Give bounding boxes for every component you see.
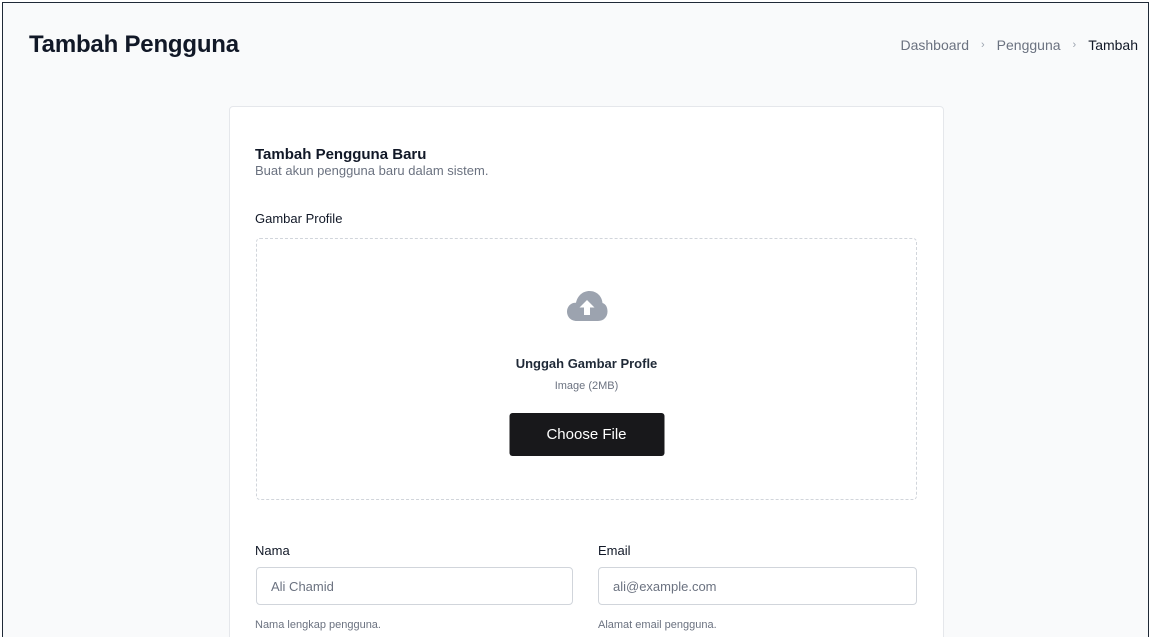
- breadcrumb-separator: ›: [1072, 39, 1077, 51]
- email-help: Alamat email pengguna.: [598, 619, 717, 631]
- breadcrumb-current: Tambah: [1088, 37, 1138, 53]
- profile-image-dropzone[interactable]: Unggah Gambar Profle Image (2MB) Choose …: [256, 238, 917, 500]
- app-window: Tambah Pengguna Dashboard › Pengguna › T…: [2, 2, 1149, 637]
- cloud-upload-icon: [566, 289, 608, 323]
- choose-file-button[interactable]: Choose File: [509, 413, 664, 456]
- name-input[interactable]: [256, 567, 573, 605]
- page-title: Tambah Pengguna: [29, 31, 239, 58]
- email-input[interactable]: [598, 567, 917, 605]
- profile-image-label: Gambar Profile: [255, 211, 343, 226]
- breadcrumb: Dashboard › Pengguna › Tambah: [901, 37, 1139, 53]
- breadcrumb-pengguna[interactable]: Pengguna: [997, 37, 1061, 53]
- card-title: Tambah Pengguna Baru: [255, 146, 427, 163]
- breadcrumb-dashboard[interactable]: Dashboard: [901, 37, 970, 53]
- name-help: Nama lengkap pengguna.: [255, 619, 381, 631]
- card-subtitle: Buat akun pengguna baru dalam sistem.: [255, 163, 489, 178]
- upload-title: Unggah Gambar Profle: [515, 356, 658, 371]
- add-user-card: Tambah Pengguna Baru Buat akun pengguna …: [229, 106, 944, 637]
- upload-hint: Image (2MB): [554, 380, 619, 392]
- page-header: Tambah Pengguna Dashboard › Pengguna › T…: [29, 31, 1138, 59]
- name-label: Nama: [255, 543, 290, 558]
- breadcrumb-separator: ›: [981, 39, 985, 51]
- email-label: Email: [598, 543, 631, 558]
